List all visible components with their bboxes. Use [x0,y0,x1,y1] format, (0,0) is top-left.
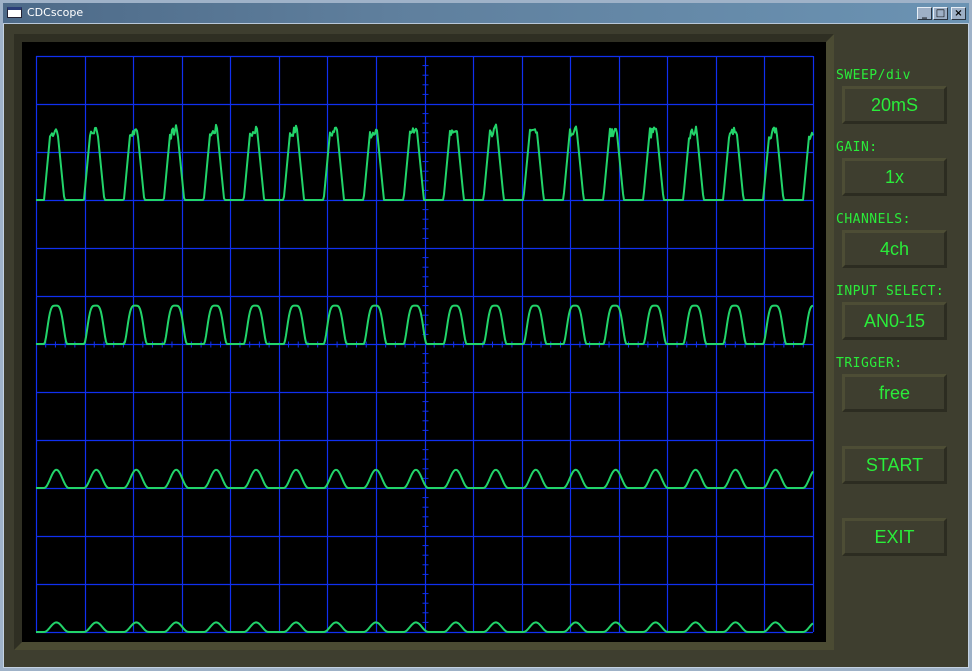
channels-label: CHANNELS: [836,212,911,227]
trace-ch4 [36,621,814,633]
trigger-button[interactable]: free [842,374,947,412]
sweep-label: SWEEP/div [836,68,911,83]
input-select-label: INPUT SELECT: [836,284,945,299]
trace-ch1 [36,123,814,201]
input-select-button[interactable]: AN0-15 [842,302,947,340]
exit-button[interactable]: EXIT [842,518,947,556]
scope-screen [35,55,815,634]
start-button[interactable]: START [842,446,947,484]
gain-button[interactable]: 1x [842,158,947,196]
gain-label: GAIN: [836,140,878,155]
channels-button[interactable]: 4ch [842,230,947,268]
sweep-button[interactable]: 20mS [842,86,947,124]
trigger-label: TRIGGER: [836,356,903,371]
